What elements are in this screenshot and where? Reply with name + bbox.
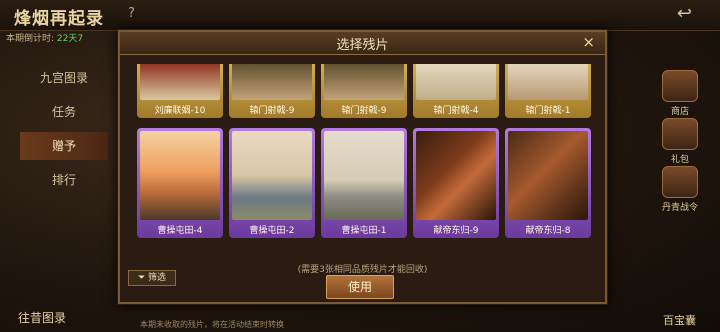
fragment-art [140, 64, 220, 100]
back-arrow-icon[interactable]: ↩ [677, 3, 692, 24]
fragment-label: 献帝东归-8 [525, 226, 571, 236]
fragment-label: 曹操屯田-4 [157, 226, 203, 236]
game-title: 烽烟再起录 [14, 9, 104, 29]
sidebar-item-rank[interactable]: 排行 [20, 166, 108, 194]
giftpack-icon [662, 118, 698, 150]
bottom-note: 本期未收取的残片，将在活动结束时转换 [140, 320, 284, 329]
battlepass-button[interactable]: 丹青战令 [650, 166, 710, 213]
fragment-card[interactable]: 辕门射戟-4 [413, 64, 499, 118]
fragment-label: 曹操屯田-1 [341, 226, 387, 236]
fragment-card[interactable]: 辕门射戟-9 [229, 64, 315, 118]
battlepass-icon [662, 166, 698, 198]
fragment-grid: 刘廉联姻-10 辕门射戟-9 辕门射戟-9 辕门射戟-4 辕门射戟-1 曹操屯田… [130, 64, 592, 272]
filter-label: 筛选 [148, 273, 167, 283]
giftpack-label: 礼包 [670, 155, 689, 165]
use-button[interactable]: 使用 [326, 275, 394, 299]
fragment-label: 辕门射戟-9 [249, 106, 295, 116]
top-bar: 烽烟再起录 ? ↩ [0, 0, 720, 31]
fragment-card[interactable]: 辕门射戟-9 [321, 64, 407, 118]
sidebar-item-tasks[interactable]: 任务 [20, 98, 108, 126]
select-fragment-dialog: 选择残片 × 刘廉联姻-10 辕门射戟-9 辕门射戟-9 辕门射戟-4 辕门射戟… [118, 30, 607, 304]
close-icon[interactable]: × [582, 33, 595, 51]
fragment-art [508, 64, 588, 100]
fragment-label: 献帝东归-9 [433, 226, 479, 236]
fragment-label: 刘廉联姻-10 [154, 106, 206, 116]
shop-icon [662, 70, 698, 102]
fragment-art [232, 64, 312, 100]
battlepass-label: 丹青战令 [661, 203, 698, 213]
help-icon[interactable]: ? [128, 6, 135, 21]
fragment-card[interactable]: 曹操屯田-1 [321, 128, 407, 238]
fragment-label: 辕门射戟-1 [525, 106, 571, 116]
fragment-label: 曹操屯田-2 [249, 226, 295, 236]
past-atlas-button[interactable]: 往昔图录 [18, 309, 66, 326]
shop-button[interactable]: 商店 [650, 70, 710, 117]
fragment-art [232, 131, 312, 220]
fragment-label: 辕门射戟-4 [433, 106, 479, 116]
sidebar-item-gift[interactable]: 赠予 [20, 132, 108, 160]
fragment-card[interactable]: 曹操屯田-4 [137, 128, 223, 238]
giftpack-button[interactable]: 礼包 [650, 118, 710, 165]
countdown-value: 22天7 [56, 34, 84, 44]
fragment-art [508, 131, 588, 220]
dialog-header: 选择残片 × [120, 32, 605, 55]
fragment-card[interactable]: 曹操屯田-2 [229, 128, 315, 238]
fragment-art [416, 64, 496, 100]
countdown-label: 本期倒计时: [6, 34, 55, 44]
fragment-card[interactable]: 献帝东归-9 [413, 128, 499, 238]
fragment-card[interactable]: 献帝东归-8 [505, 128, 591, 238]
filter-button[interactable]: ⏷ 筛选 [128, 270, 176, 286]
recycle-hint: (需要3张相同品质残片才能回收) [297, 265, 428, 275]
shop-label: 商店 [670, 107, 689, 117]
treasure-bag-button[interactable]: 百宝囊 [663, 312, 696, 328]
sidebar-item-atlas[interactable]: 九宫图录 [20, 64, 108, 92]
fragment-card[interactable]: 刘廉联姻-10 [137, 64, 223, 118]
fragment-art [140, 131, 220, 220]
fragment-art [324, 131, 404, 220]
dialog-title: 选择残片 [336, 38, 389, 53]
fragment-art [324, 64, 404, 100]
filter-icon: ⏷ [137, 273, 146, 283]
fragment-art [416, 131, 496, 220]
countdown: 本期倒计时: 22天7 [6, 31, 83, 44]
fragment-card[interactable]: 辕门射戟-1 [505, 64, 591, 118]
fragment-label: 辕门射戟-9 [341, 106, 387, 116]
